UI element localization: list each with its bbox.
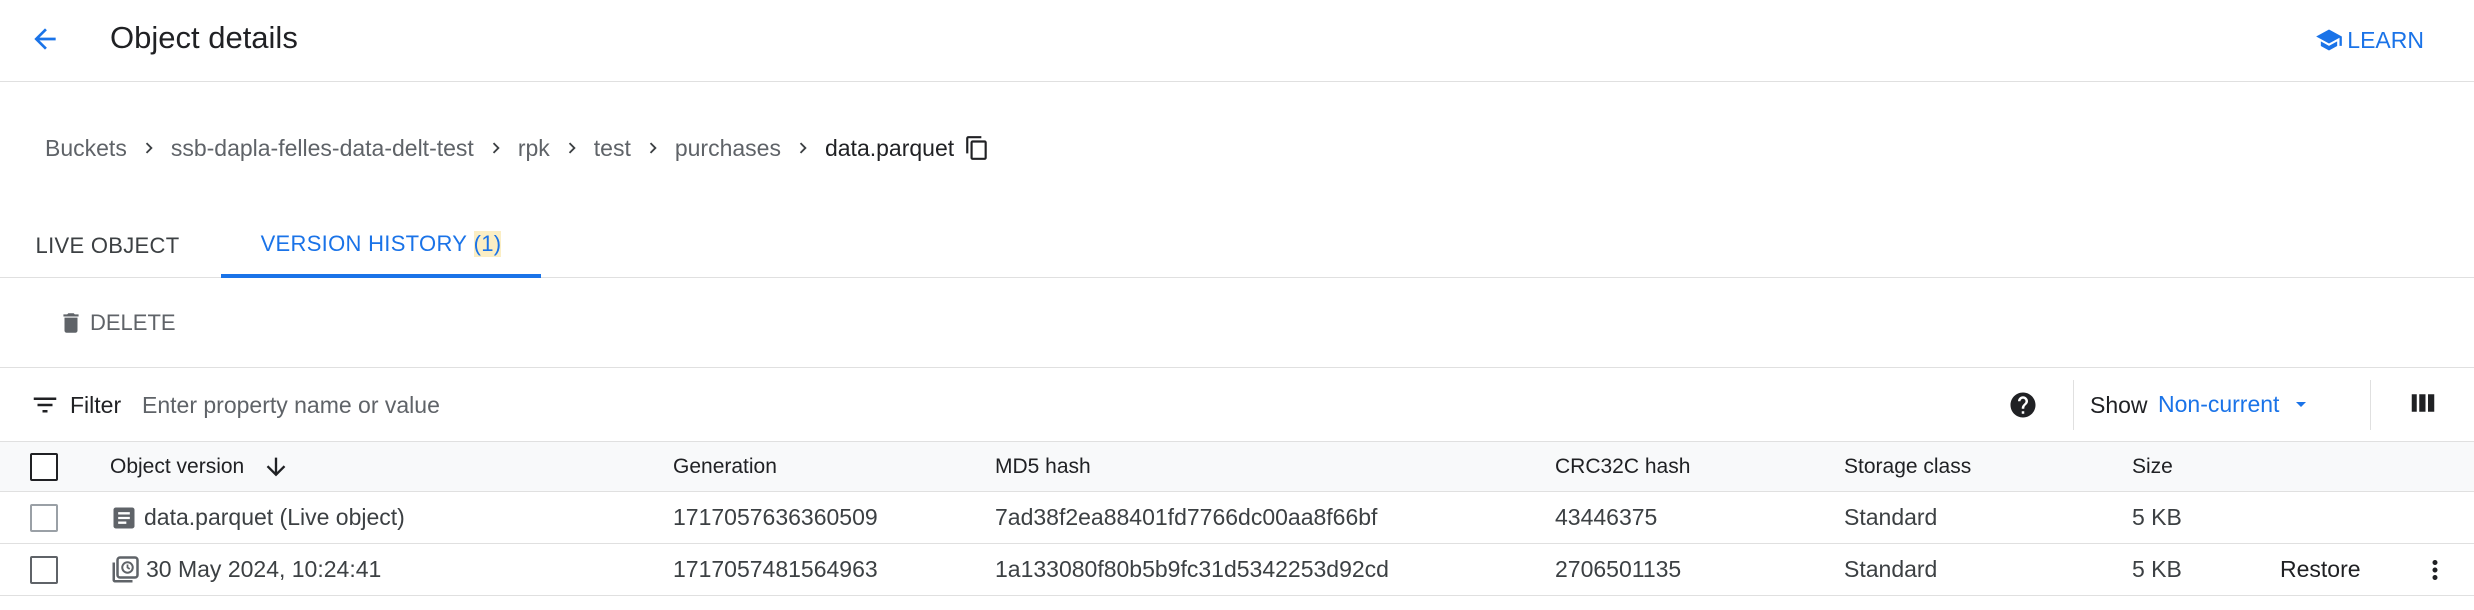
chevron-right-icon [474,133,518,163]
crc32c-cell: 43446375 [1555,504,1658,530]
column-header-generation: Generation [673,454,777,478]
breadcrumb-buckets[interactable]: Buckets [45,135,127,162]
restore-button[interactable]: Restore [2280,544,2361,595]
column-header-object-version[interactable]: Object version [110,442,290,491]
history-icon [112,555,139,582]
column-header-label: Object version [110,454,245,478]
school-icon [2316,29,2343,51]
row-checkbox[interactable] [30,555,58,584]
chevron-right-icon [781,133,825,163]
column-display-icon[interactable] [2408,388,2438,423]
select-all-checkbox[interactable] [30,452,58,481]
table-row: data.parquet (Live object) 1717057636360… [0,492,2474,544]
show-label: Show [2090,392,2148,418]
column-header-crc32c: CRC32C hash [1555,454,1691,478]
object-version-label: 30 May 2024, 10:24:41 [146,556,382,582]
tab-version-history-count: (1) [473,231,502,257]
back-button[interactable] [20,14,70,64]
more-vert-icon[interactable] [2420,544,2450,595]
chevron-right-icon [631,133,675,163]
filter-list-icon[interactable] [30,390,60,425]
md5-cell: 1a133080f80b5b9fc31d5342253d92cd [995,556,1389,582]
column-header-md5: MD5 hash [995,454,1091,478]
arrow-downward-icon [262,453,290,481]
breadcrumb-bucket[interactable]: ssb-dapla-felles-data-delt-test [171,135,474,162]
action-toolbar: DELETE [0,278,2474,368]
help-icon[interactable] [2008,390,2038,425]
page-title: Object details [110,20,298,55]
divider [2073,380,2074,430]
filter-label: Filter [70,392,122,418]
object-version-label: data.parquet (Live object) [144,504,405,530]
filter-input[interactable] [142,382,1942,428]
arrow-back-icon [34,28,56,50]
generation-cell: 1717057481564963 [673,556,878,582]
storage-class-cell: Standard [1844,556,1938,582]
object-version-cell: 30 May 2024, 10:24:41 [110,544,381,595]
copy-icon[interactable] [964,135,990,161]
tab-version-history[interactable]: VERSION HISTORY (1) [221,214,541,278]
filter-bar: Filter Show Non-current [0,368,2474,442]
page-header: Object details LEARN [0,0,2474,82]
size-cell: 5 KB [2132,556,2182,582]
chevron-right-icon [550,133,594,163]
document-icon [113,507,135,528]
column-header-size: Size [2132,454,2173,478]
table-row: 30 May 2024, 10:24:41 1717057481564963 1… [0,544,2474,596]
breadcrumb-folder-purchases[interactable]: purchases [675,135,781,162]
breadcrumb-folder-rpk[interactable]: rpk [518,135,550,162]
object-version-cell: data.parquet (Live object) [110,492,405,543]
version-table: Object version Generation MD5 hash CRC32… [0,442,2474,596]
crc32c-cell: 2706501135 [1555,556,1682,582]
dropdown-arrow-icon [2296,402,2307,407]
table-header: Object version Generation MD5 hash CRC32… [0,442,2474,492]
delete-label: DELETE [90,310,176,335]
tab-bar: LIVE OBJECT VERSION HISTORY (1) [0,214,2474,278]
divider [2370,380,2371,430]
size-cell: 5 KB [2132,504,2182,530]
generation-cell: 1717057636360509 [673,504,878,530]
chevron-right-icon [127,133,171,163]
learn-button[interactable]: LEARN [2315,20,2424,60]
row-checkbox[interactable] [30,503,58,532]
tab-version-history-label: VERSION HISTORY [260,231,468,256]
tab-live-object[interactable]: LIVE OBJECT [0,214,215,278]
md5-cell: 7ad38f2ea88401fd7766dc00aa8f66bf [995,504,1378,530]
show-select[interactable]: Non-current [2158,384,2313,424]
show-select-value: Non-current [2158,390,2280,417]
storage-class-cell: Standard [1844,504,1938,530]
breadcrumb-object: data.parquet [824,134,955,161]
trash-icon [63,313,79,333]
learn-label: LEARN [2347,26,2424,53]
column-header-storage-class: Storage class [1844,454,1972,478]
breadcrumb-folder-test[interactable]: test [594,135,631,162]
breadcrumb: Buckets ssb-dapla-felles-data-delt-test … [45,128,990,168]
delete-button[interactable]: DELETE [52,300,182,346]
